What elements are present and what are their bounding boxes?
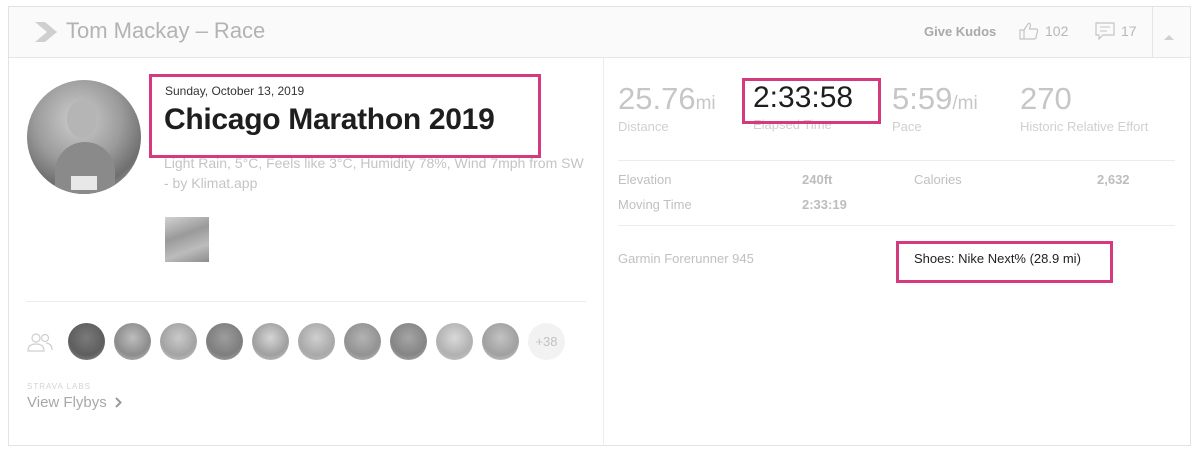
title-highlight-box	[149, 74, 541, 158]
stats-divider	[618, 160, 1175, 161]
group-athletes-icon	[27, 332, 53, 357]
group-athlete-avatar[interactable]	[68, 323, 105, 360]
more-athletes-badge[interactable]: +38	[528, 323, 565, 360]
group-athlete-avatar[interactable]	[436, 323, 473, 360]
view-flybys-link[interactable]: View Flybys	[27, 394, 122, 411]
kudos-count-button[interactable]: 102	[1019, 22, 1068, 40]
shoes-highlight-box	[896, 241, 1113, 283]
group-athlete-avatar[interactable]	[390, 323, 427, 360]
header-divider	[1152, 7, 1153, 57]
moving-time-label: Moving Time	[618, 197, 692, 212]
comments-count-button[interactable]: 17	[1095, 22, 1137, 40]
distance-label: Distance	[618, 119, 669, 134]
activity-card: Tom Mackay – Race Give Kudos 102 17 Sund…	[8, 6, 1191, 446]
relative-effort-value: 270	[1020, 81, 1072, 116]
activity-description: Light Rain, 5°C, Feels like 3°C, Humidit…	[164, 155, 584, 191]
activity-photo-thumbnail[interactable]	[165, 217, 209, 262]
group-athlete-avatar[interactable]	[206, 323, 243, 360]
distance-value: 25.76	[618, 81, 696, 116]
pace-value: 5:59	[892, 81, 953, 116]
calories-value: 2,632	[1097, 172, 1130, 187]
device-name: Garmin Forerunner 945	[618, 251, 754, 266]
comment-count: 17	[1121, 23, 1137, 39]
group-athlete-avatar[interactable]	[344, 323, 381, 360]
chevron-right-icon	[115, 397, 122, 408]
moving-time-value: 2:33:19	[802, 197, 847, 212]
distance-unit: mi	[695, 93, 716, 114]
column-divider	[603, 58, 604, 446]
pace-label: Pace	[892, 119, 922, 134]
stat-pace: 5:59/mi Pace	[892, 81, 978, 134]
kudos-count: 102	[1045, 23, 1069, 39]
comment-icon	[1095, 22, 1115, 40]
relative-effort-label: Historic Relative Effort	[1020, 119, 1149, 134]
collapse-caret-icon[interactable]	[1163, 28, 1175, 46]
chevron-logo-icon	[35, 22, 57, 47]
stat-relative-effort[interactable]: 270 Historic Relative Effort	[1020, 81, 1150, 134]
group-athlete-avatar[interactable]	[252, 323, 289, 360]
elevation-value: 240ft	[802, 172, 833, 187]
pace-unit: /mi	[952, 93, 978, 114]
stat-distance: 25.76mi Distance	[618, 81, 716, 134]
section-divider	[26, 301, 586, 302]
activity-header: Tom Mackay – Race Give Kudos 102 17	[9, 7, 1190, 58]
give-kudos-button[interactable]: Give Kudos	[924, 24, 996, 39]
gear-divider	[618, 225, 1175, 226]
group-athlete-avatar[interactable]	[298, 323, 335, 360]
strava-labs-label: STRAVA LABS	[27, 382, 92, 391]
elevation-label: Elevation	[618, 172, 672, 187]
group-athlete-avatar[interactable]	[160, 323, 197, 360]
elapsed-time-highlight-box	[742, 78, 881, 124]
view-flybys-label: View Flybys	[27, 394, 107, 411]
athlete-avatar[interactable]	[27, 80, 141, 194]
activity-owner-title: Tom Mackay – Race	[66, 18, 266, 43]
group-athletes-list: +38	[68, 323, 565, 360]
calories-label: Calories	[914, 172, 962, 187]
group-athlete-avatar[interactable]	[114, 323, 151, 360]
thumbs-up-icon	[1019, 22, 1039, 40]
group-athlete-avatar[interactable]	[482, 323, 519, 360]
